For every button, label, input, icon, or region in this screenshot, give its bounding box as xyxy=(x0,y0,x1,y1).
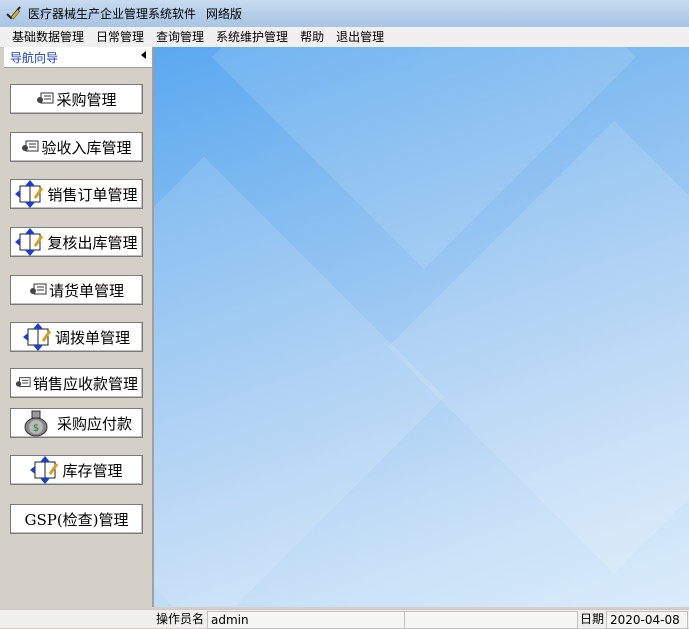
status-empty-cell xyxy=(404,611,578,629)
nav-review-outbound-button[interactable]: 复核出库管理 xyxy=(10,227,143,257)
status-bar: 操作员名 admin 日期 2020-04-08 xyxy=(0,609,689,629)
edition-label: 网络版 xyxy=(206,7,243,21)
nav-gsp-label: GSP(检查)管理 xyxy=(24,510,129,529)
date-label: 日期 xyxy=(580,612,605,626)
nav-purchase-button[interactable]: 采购管理 xyxy=(10,84,143,114)
menu-exit[interactable]: 退出管理 xyxy=(330,27,390,47)
nav-receiving-label: 验收入库管理 xyxy=(41,138,132,157)
nav-transfer-button[interactable]: 调拨单管理 xyxy=(10,322,143,352)
arrows-book-icon xyxy=(15,228,44,256)
nav-transfer-label: 调拨单管理 xyxy=(54,328,130,347)
pen-check-icon xyxy=(6,6,21,20)
collapse-arrow-icon[interactable] xyxy=(141,51,146,59)
nav-panel: 导航向导 采购管理 验收入库管理 销售订单管理 复核出库管理 请货单管理 调拨单… xyxy=(4,47,154,607)
form-card-icon xyxy=(29,283,47,295)
menu-system-maintenance[interactable]: 系统维护管理 xyxy=(210,27,294,47)
nav-review-outbound-label: 复核出库管理 xyxy=(47,233,138,252)
form-card-icon xyxy=(15,377,31,388)
nav-payables-button[interactable]: $ 采购应付款 xyxy=(10,408,143,438)
nav-purchase-label: 采购管理 xyxy=(56,90,117,109)
nav-receivables-label: 销售应收款管理 xyxy=(32,374,138,393)
menu-bar: 基础数据管理 日常管理 查询管理 系统维护管理 帮助 退出管理 xyxy=(0,27,689,48)
operator-value: admin xyxy=(207,611,405,629)
nav-sales-order-button[interactable]: 销售订单管理 xyxy=(10,179,143,209)
window-title: 医疗器械生产企业管理系统软件 网络版 xyxy=(28,5,242,22)
main-workspace xyxy=(154,47,689,607)
arrows-book-icon xyxy=(22,323,52,351)
form-card-icon xyxy=(37,92,54,104)
menu-daily[interactable]: 日常管理 xyxy=(90,27,150,47)
nav-requisition-label: 请货单管理 xyxy=(48,281,124,300)
nav-receiving-button[interactable]: 验收入库管理 xyxy=(10,132,143,162)
arrows-book-icon xyxy=(15,180,44,208)
title-bar: 医疗器械生产企业管理系统软件 网络版 xyxy=(0,0,689,27)
nav-inventory-label: 库存管理 xyxy=(62,461,123,480)
menu-query[interactable]: 查询管理 xyxy=(150,27,210,47)
nav-header: 导航向导 xyxy=(4,47,152,68)
arrows-book-icon xyxy=(30,456,59,484)
svg-text:$: $ xyxy=(33,423,39,434)
nav-payables-label: 采购应付款 xyxy=(56,414,132,433)
menu-basic-data[interactable]: 基础数据管理 xyxy=(0,27,90,47)
nav-inventory-button[interactable]: 库存管理 xyxy=(10,455,143,485)
window-title-text: 医疗器械生产企业管理系统软件 xyxy=(28,7,197,21)
nav-gsp-button[interactable]: GSP(检查)管理 xyxy=(10,504,143,534)
date-value: 2020-04-08 xyxy=(606,611,688,629)
nav-sales-order-label: 销售订单管理 xyxy=(47,185,138,204)
nav-receivables-button[interactable]: 销售应收款管理 xyxy=(10,368,143,398)
operator-label: 操作员名 xyxy=(156,612,205,626)
form-card-icon xyxy=(22,140,39,152)
nav-requisition-button[interactable]: 请货单管理 xyxy=(10,275,143,305)
nav-header-label: 导航向导 xyxy=(10,51,59,65)
menu-help[interactable]: 帮助 xyxy=(294,27,330,47)
money-bag-icon: $ xyxy=(24,410,48,437)
